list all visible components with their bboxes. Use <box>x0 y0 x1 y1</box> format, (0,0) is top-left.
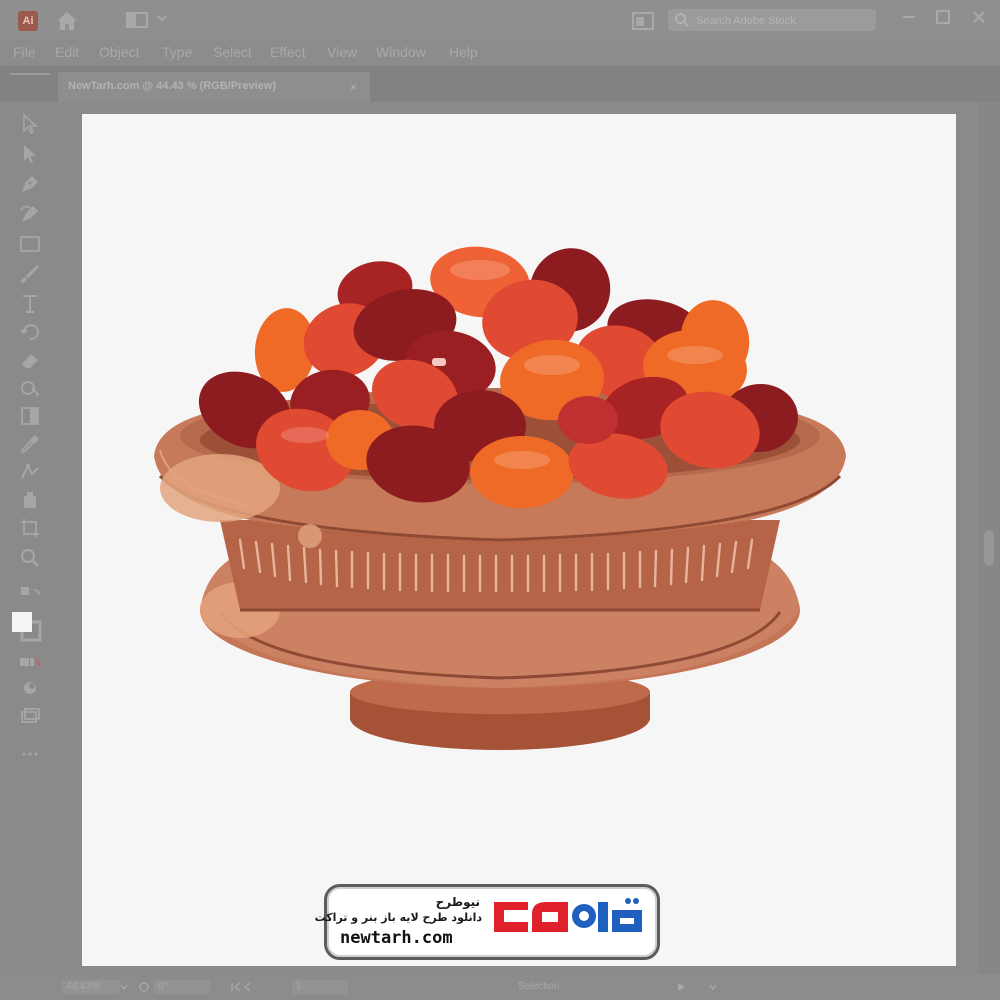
menu-object[interactable]: Object <box>99 44 139 60</box>
menu-help[interactable]: Help <box>449 44 478 60</box>
menu-select[interactable]: Select <box>213 44 252 60</box>
fill-stroke-swatch-icon[interactable] <box>12 612 42 642</box>
selection-tool-icon[interactable] <box>18 112 42 136</box>
chevron-down-icon[interactable] <box>156 12 168 24</box>
current-tool-label: Selection <box>518 981 560 992</box>
blend-tool-icon[interactable] <box>18 460 42 484</box>
tools-panel <box>0 102 60 972</box>
title-bar: Ai <box>0 0 1000 40</box>
menu-edit[interactable]: Edit <box>55 44 79 60</box>
zoom-dropdown-chevron-icon[interactable] <box>120 983 128 991</box>
menu-effect[interactable]: Effect <box>270 44 306 60</box>
workspace-switcher-icon[interactable] <box>126 12 148 28</box>
status-bar: 44.43% 0° 1 Selection <box>0 974 1000 1000</box>
zoom-level-field[interactable]: 44.43% <box>62 980 120 994</box>
scrollbar-thumb[interactable] <box>984 530 994 566</box>
draw-mode-icon[interactable] <box>18 676 42 700</box>
minimize-icon[interactable] <box>900 8 918 26</box>
menu-file[interactable]: File <box>13 44 36 60</box>
previous-artboard-icon[interactable] <box>230 982 252 992</box>
status-chevron-icon[interactable] <box>708 982 718 992</box>
search-input[interactable] <box>694 9 874 33</box>
document-tab-label: NewTarh.com @ 44.43 % (RGB/Preview) <box>68 80 276 92</box>
rotate-view-icon[interactable] <box>138 981 150 993</box>
eraser-tool-icon[interactable] <box>18 348 42 372</box>
illustrator-window: Ai Search Adobe Stock File Edit Object T… <box>0 0 1000 1000</box>
watermark-url: newtarh.com <box>340 928 453 948</box>
paintbrush-tool-icon[interactable] <box>18 262 42 286</box>
menu-bar: File Edit Object Type Select Effect View… <box>0 40 1000 66</box>
menu-window[interactable]: Window <box>376 44 426 60</box>
watermark-subtitle: دانلود طرح لایه باز بنر و تراکت <box>314 911 482 924</box>
rotation-field[interactable]: 0° <box>154 980 210 994</box>
bowl-of-dates-illustration[interactable] <box>150 240 850 760</box>
screen-mode-icon[interactable] <box>18 704 42 728</box>
app-logo: Ai <box>18 11 38 31</box>
menu-type[interactable]: Type <box>162 44 192 60</box>
shape-builder-tool-icon[interactable] <box>18 376 42 400</box>
type-tool-icon[interactable] <box>18 292 42 316</box>
collapse-panel-icon[interactable] <box>10 72 50 76</box>
rotate-tool-icon[interactable] <box>18 320 42 344</box>
artboard-tool-icon[interactable] <box>18 516 42 540</box>
fill-stroke-swap-icon[interactable] <box>18 584 42 608</box>
watermark-title: نیوطرح <box>435 895 480 909</box>
zoom-tool-icon[interactable] <box>18 546 42 570</box>
close-tab-icon[interactable]: × <box>350 80 357 94</box>
pen-tool-icon[interactable] <box>18 172 42 196</box>
curvature-tool-icon[interactable] <box>18 202 42 226</box>
more-tools-icon[interactable] <box>18 742 42 766</box>
home-icon[interactable] <box>55 10 79 32</box>
close-icon[interactable] <box>970 8 988 26</box>
search-box[interactable] <box>668 9 876 33</box>
color-mode-icon[interactable] <box>18 650 42 674</box>
eyedropper-tool-icon[interactable] <box>18 432 42 456</box>
maximize-icon[interactable] <box>934 8 952 26</box>
newtarh-logo <box>494 898 642 932</box>
rectangle-tool-icon[interactable] <box>18 232 42 256</box>
artboard-number-field[interactable]: 1 <box>292 980 348 994</box>
panel-toggle-icon[interactable] <box>632 12 654 30</box>
menu-view[interactable]: View <box>327 44 357 60</box>
search-icon <box>675 13 689 27</box>
gradient-tool-icon[interactable] <box>18 404 42 428</box>
play-icon[interactable] <box>676 982 686 992</box>
direct-selection-tool-icon[interactable] <box>18 142 42 166</box>
vertical-scrollbar[interactable] <box>978 102 1000 974</box>
symbol-sprayer-tool-icon[interactable] <box>18 488 42 512</box>
tab-document[interactable]: NewTarh.com @ 44.43 % (RGB/Preview) × <box>58 72 370 102</box>
